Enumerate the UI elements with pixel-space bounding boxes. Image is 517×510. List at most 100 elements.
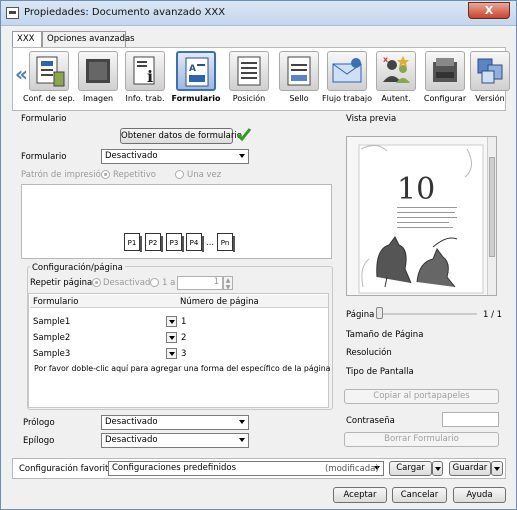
row-page: 2 (181, 333, 187, 343)
page-ellipsis: ... (206, 238, 215, 248)
row-dropdown[interactable] (166, 332, 177, 343)
password-label: Contraseña (346, 416, 395, 426)
row-page: 1 (181, 317, 187, 327)
help-button[interactable]: Ayuda (453, 487, 506, 503)
column-header-form: Formulario (33, 297, 79, 307)
page-label: Página (346, 310, 375, 320)
table-row[interactable]: Sample1 1 (30, 315, 330, 329)
version-icon (470, 51, 510, 91)
toolbar-authentication[interactable]: x Autent. (368, 51, 424, 111)
repeat-disabled-label: Desactivado (103, 278, 156, 288)
toolbar-position[interactable]: Posición (221, 51, 277, 111)
tab-xxx[interactable]: XXX (12, 31, 42, 48)
workflow-icon (327, 51, 367, 91)
page-icon: P4 (186, 233, 204, 252)
save-button[interactable]: Guardar (449, 461, 491, 476)
resolution-label: Resolución (346, 348, 392, 358)
prologue-select-value: Desactivado (105, 417, 158, 427)
title-bar: Propiedades: Documento avanzado XXX X (1, 1, 516, 26)
epilogue-label: Epílogo (23, 436, 55, 446)
preview-scrollbar[interactable] (487, 137, 496, 295)
ok-button[interactable]: Aceptar (333, 487, 387, 503)
page-count: 1 / 1 (483, 310, 503, 320)
form-select[interactable]: Desactivado (101, 149, 249, 164)
table-row[interactable]: Sample3 3 (30, 347, 330, 361)
chevron-down-icon (494, 467, 500, 471)
toolbar-label: Posición (232, 94, 266, 103)
form-label: Formulario (21, 152, 67, 162)
range-spinner[interactable]: ▲ ▼ (223, 276, 233, 291)
page-size-label: Tamaño de Página (346, 330, 424, 340)
add-form-hint[interactable]: Por favor doble-clic aquí para agregar u… (34, 364, 330, 373)
favorites-value: Configuraciones predefinidos (112, 463, 237, 473)
row-form: Sample2 (33, 333, 71, 343)
page-config-title: Configuración/página (30, 263, 125, 273)
form-icon: A (176, 51, 216, 91)
epilogue-select[interactable]: Desactivado (101, 433, 249, 448)
stamp-icon (279, 51, 319, 91)
toolbar-label: Conf. de sep. (22, 94, 76, 103)
toolbar-form[interactable]: A Formulario (168, 51, 224, 111)
close-button[interactable]: X (468, 2, 510, 19)
repeat-range-radio[interactable] (150, 278, 159, 287)
properties-dialog: Propiedades: Documento avanzado XXX X XX… (0, 0, 517, 510)
modified-indicator: (modificada) (325, 464, 379, 474)
row-form: Sample3 (33, 349, 71, 359)
toolbar-label: Versión (475, 94, 505, 103)
prologue-select[interactable]: Desactivado (101, 415, 249, 430)
prologue-label: Prólogo (23, 418, 55, 428)
screen-type-label: Tipo de Pantalla (346, 367, 414, 377)
load-button[interactable]: Cargar (389, 461, 432, 476)
get-form-data-button[interactable]: Obtener datos de formulario (120, 128, 242, 144)
toolbar-separation-settings[interactable]: Conf. de sep. (21, 51, 77, 111)
authentication-icon: x (376, 51, 416, 91)
save-dropdown[interactable] (491, 461, 503, 476)
chevron-down-icon (239, 154, 245, 158)
svg-text:i: i (147, 67, 153, 86)
favorites-label: Configuración favorita (19, 464, 114, 474)
page-icon: P3 (166, 233, 184, 252)
chevron-down-icon (239, 420, 245, 424)
load-dropdown[interactable] (432, 461, 443, 476)
page-icon: Pn (217, 233, 235, 252)
svg-text:A: A (189, 64, 196, 74)
toolbar-label: Formulario (171, 94, 221, 103)
repeat-pages-label: Repetir páginas (30, 278, 97, 288)
repetitive-radio[interactable] (101, 170, 110, 179)
preview-title: Vista previa (346, 114, 397, 124)
password-input[interactable] (442, 412, 499, 427)
checkmark-icon (236, 128, 252, 142)
page-slider-track (381, 313, 477, 315)
row-dropdown[interactable] (166, 316, 177, 327)
repeat-disabled-radio[interactable] (92, 278, 101, 287)
toolbar-version[interactable]: Versión (462, 51, 517, 111)
image-icon (78, 51, 118, 91)
page-icon: P1 (124, 233, 142, 252)
preview-page-graphic: 10 (347, 137, 496, 295)
tab-advanced-options[interactable]: Opciones avanzadas (42, 31, 135, 47)
row-form: Sample1 (33, 317, 71, 327)
table-row[interactable]: Sample2 2 (30, 331, 330, 345)
svg-text:x: x (383, 55, 389, 64)
preview-scroll-thumb[interactable] (489, 157, 495, 257)
toolbar-workflow[interactable]: Flujo trabajo (319, 51, 375, 111)
function-toolbar: « » Conf. de sep. Imagen i Info. trab. A… (12, 47, 510, 111)
repetitive-label: Repetitivo (113, 170, 156, 180)
copy-to-clipboard-button[interactable]: Copiar al portapapeles (344, 389, 499, 404)
preview-number: 10 (397, 172, 435, 207)
row-dropdown[interactable] (166, 348, 177, 359)
job-info-icon: i (125, 51, 165, 91)
repeat-range-input[interactable]: 1 (177, 276, 223, 290)
once-label: Una vez (187, 170, 222, 180)
toolbar-job-info[interactable]: i Info. trab. (117, 51, 173, 111)
chevron-down-icon (435, 467, 441, 471)
chevron-down-icon (239, 438, 245, 442)
once-radio[interactable] (175, 170, 184, 179)
position-icon (229, 51, 269, 91)
delete-form-button[interactable]: Borrar Formulario (344, 432, 499, 447)
toolbar-label: Autent. (381, 94, 411, 103)
preview-image: 10 (346, 136, 497, 296)
cancel-button[interactable]: Cancelar (392, 487, 447, 503)
column-header-page-number: Número de página (180, 297, 259, 307)
page-slider-handle[interactable] (376, 307, 383, 319)
